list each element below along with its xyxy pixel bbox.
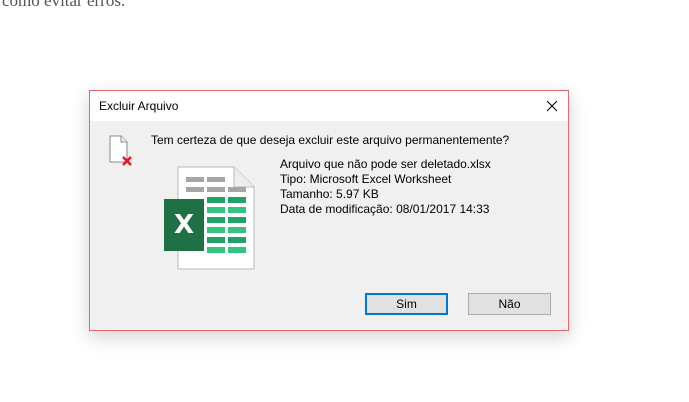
dialog-titlebar: Excluir Arquivo <box>90 91 568 121</box>
file-type: Tipo: Microsoft Excel Worksheet <box>280 172 452 186</box>
file-size: Tamanho: 5.97 KB <box>280 187 379 201</box>
delete-file-icon <box>106 134 136 173</box>
confirmation-question: Tem certeza de que deseja excluir este a… <box>151 133 510 147</box>
close-button[interactable] <box>536 91 568 121</box>
background-page-text: como evitar erros. <box>2 0 126 10</box>
file-name: Arquivo que não pode ser deletado.xlsx <box>280 157 491 171</box>
delete-file-dialog: Excluir Arquivo Tem certeza de que desej… <box>89 90 569 331</box>
dialog-title: Excluir Arquivo <box>99 99 179 113</box>
file-details: Arquivo que não pode ser deletado.xlsx T… <box>280 157 491 217</box>
excel-badge-letter: X <box>174 210 194 240</box>
no-button[interactable]: Não <box>468 293 551 315</box>
close-icon <box>546 100 558 112</box>
yes-button[interactable]: Sim <box>365 293 448 315</box>
excel-file-icon: X <box>164 165 256 276</box>
file-modified-date: Data de modificação: 08/01/2017 14:33 <box>280 202 490 216</box>
